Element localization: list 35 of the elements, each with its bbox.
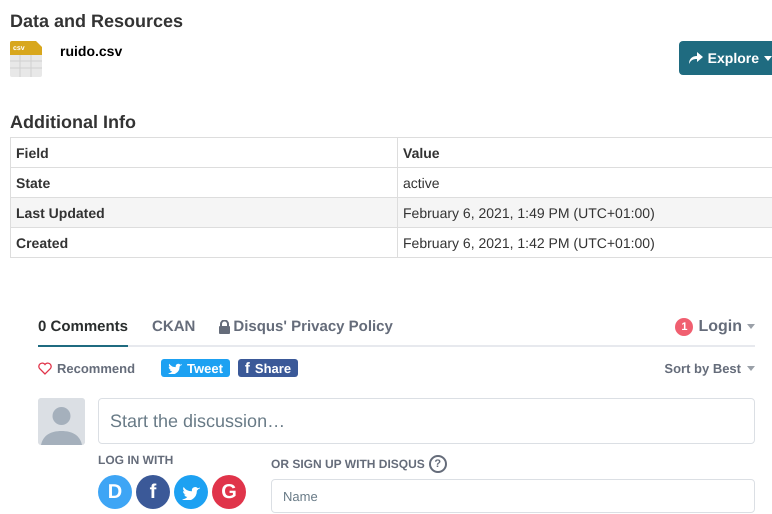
section-title: Data and Resources — [10, 11, 184, 32]
signup-label: OR SIGN UP WITH DISQUS — [271, 457, 425, 471]
caret-icon — [747, 366, 755, 370]
tab[interactable]: Disqus' Privacy Policy — [219, 308, 393, 347]
tweet-button[interactable]: Tweet — [161, 359, 230, 377]
column-header: Value — [398, 138, 772, 168]
caret-icon — [764, 56, 772, 60]
bird-icon — [182, 484, 200, 500]
tab[interactable]: 0 Comments — [38, 308, 128, 347]
explore-button[interactable]: Explore — [678, 41, 772, 75]
lock-icon — [219, 320, 230, 334]
tab[interactable]: CKAN — [152, 308, 196, 347]
resource-name[interactable]: ruido.csv — [60, 43, 679, 59]
table-cell: Created — [10, 228, 398, 258]
social-login-button[interactable]: D — [98, 475, 132, 509]
social-login-button[interactable]: G — [212, 475, 246, 509]
login-button[interactable]: 1 Login — [675, 318, 755, 336]
heart-icon — [38, 362, 52, 374]
share-button[interactable]: f Share — [238, 359, 298, 377]
login-label: LOG IN WITH — [98, 453, 174, 467]
social-login-button[interactable]: f — [136, 475, 170, 509]
recommend-button[interactable]: Recommend — [38, 360, 136, 376]
column-header: Field — [10, 138, 398, 168]
sort-dropdown[interactable]: Sort by Best — [664, 360, 755, 376]
bird-icon — [168, 362, 182, 374]
section-title: Additional Info — [10, 112, 136, 132]
name-input[interactable]: Name — [271, 479, 755, 513]
caret-icon — [747, 324, 755, 329]
help-icon[interactable]: ? — [428, 455, 447, 473]
share-arrow-icon — [688, 52, 703, 64]
comment-input[interactable]: Start the discussion… — [98, 398, 755, 444]
table-cell: February 6, 2021, 1:49 PM (UTC+01:00) — [398, 198, 772, 228]
notification-badge: 1 — [675, 318, 694, 336]
table-cell: Last Updated — [10, 198, 398, 228]
social-login-button[interactable] — [174, 475, 208, 509]
